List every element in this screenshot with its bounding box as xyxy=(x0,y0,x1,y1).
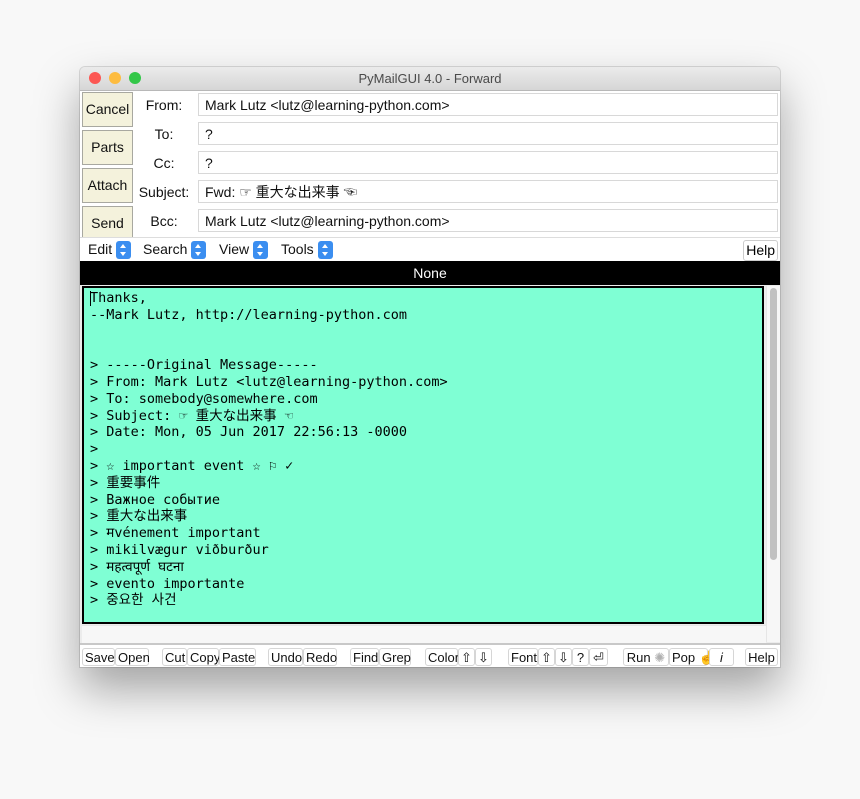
to-field[interactable]: ? xyxy=(198,122,778,145)
body-line: > mikilvægur viðburður xyxy=(90,541,269,558)
cancel-button[interactable]: Cancel xyxy=(82,92,133,127)
chevron-updown-icon xyxy=(116,240,132,259)
grep-button[interactable]: Grep xyxy=(379,648,411,666)
pop-label: Pop xyxy=(672,650,696,665)
cc-label: Cc: xyxy=(153,155,175,171)
run-label: Run xyxy=(626,650,651,665)
menu-view-label: View xyxy=(219,241,250,257)
body-line: > 중요한 사건 xyxy=(90,592,177,609)
window-title: PyMailGUI 4.0 - Forward xyxy=(358,71,502,86)
message-body-lines: Thanks, --Mark Lutz, http://learning-pyth… xyxy=(90,290,762,609)
menu-view[interactable]: View xyxy=(219,240,269,259)
menu-search-label: Search xyxy=(143,241,188,257)
body-line xyxy=(90,340,762,357)
bottom-toolbar: Save Open Cut Copy Paste Undo Redo Find … xyxy=(80,643,780,667)
copy-button[interactable]: Copy xyxy=(187,648,220,666)
send-button[interactable]: Send xyxy=(82,206,133,241)
help-button[interactable]: Help xyxy=(745,648,778,666)
undo-button[interactable]: Undo xyxy=(268,648,303,666)
subject-row: Subject: Fwd: ☞ 重大な出来事 ☜ xyxy=(134,179,778,205)
header-form: Cancel Parts Attach Send From: Mark Lutz… xyxy=(80,91,780,241)
redo-button[interactable]: Redo xyxy=(303,648,337,666)
parts-button[interactable]: Parts xyxy=(82,130,133,165)
color-up-arrow-icon[interactable]: ⇧ xyxy=(458,648,475,666)
chevron-updown-icon xyxy=(253,240,269,259)
attach-button[interactable]: Attach xyxy=(82,168,133,203)
body-line: > 重大な出来事 xyxy=(90,508,188,525)
body-line: > Важное событие xyxy=(90,491,221,508)
chevron-updown-icon xyxy=(191,240,207,259)
font-help-button[interactable]: ? xyxy=(572,648,589,666)
menu-search[interactable]: Search xyxy=(143,240,207,259)
zoom-window-button[interactable] xyxy=(129,72,141,84)
menu-tools[interactable]: Tools xyxy=(281,240,333,259)
to-label: To: xyxy=(154,126,174,142)
body-line: > To: somebody@somewhere.com xyxy=(90,390,318,407)
status-bar: None xyxy=(80,261,780,285)
font-button[interactable]: Font xyxy=(508,648,538,666)
font-down-arrow-icon[interactable]: ⇩ xyxy=(555,648,572,666)
gear-icon: ✺ xyxy=(654,650,666,665)
help-menu-button[interactable]: Help xyxy=(743,240,778,261)
chevron-updown-icon xyxy=(317,240,333,259)
minimize-window-button[interactable] xyxy=(109,72,121,84)
bcc-label: Bcc: xyxy=(150,213,178,229)
open-button[interactable]: Open xyxy=(115,648,150,666)
body-line: > महत्वपूर्ण घटना xyxy=(90,558,184,575)
body-line: > -----Original Message----- xyxy=(90,357,318,374)
run-button[interactable]: Run ✺ xyxy=(623,648,669,666)
body-line: > xyxy=(90,441,99,458)
horizontal-scrollbar[interactable] xyxy=(82,625,766,643)
body-line: > Subject: ☞ 重大な出来事 ☜ xyxy=(90,407,293,424)
cut-button[interactable]: Cut xyxy=(162,648,187,666)
to-row: To: ? xyxy=(134,121,778,147)
find-button[interactable]: Find xyxy=(350,648,379,666)
pop-button[interactable]: Pop ☝ xyxy=(669,648,715,666)
body-line: --Mark Lutz, http://learning-python.com xyxy=(90,306,407,323)
close-window-button[interactable] xyxy=(89,72,101,84)
body-line: > 重要事件 xyxy=(90,474,161,491)
body-line xyxy=(90,324,762,341)
menu-edit[interactable]: Edit xyxy=(88,240,132,259)
scrollbar-thumb[interactable] xyxy=(770,288,777,560)
from-row: From: Mark Lutz <lutz@learning-python.co… xyxy=(134,92,778,118)
menu-edit-label: Edit xyxy=(88,241,113,257)
body-line: > evento importante xyxy=(90,575,245,592)
vertical-scrollbar[interactable] xyxy=(766,286,780,642)
subject-field[interactable]: Fwd: ☞ 重大な出来事 ☜ xyxy=(198,180,778,203)
font-up-arrow-icon[interactable]: ⇧ xyxy=(538,648,555,666)
title-bar: PyMailGUI 4.0 - Forward xyxy=(80,67,780,91)
from-label: From: xyxy=(145,97,183,113)
color-button[interactable]: Color xyxy=(425,648,459,666)
body-line: Thanks, xyxy=(90,290,147,306)
bcc-row: Bcc: Mark Lutz <lutz@learning-python.com… xyxy=(134,208,778,234)
cc-row: Cc: ? xyxy=(134,150,778,176)
info-icon[interactable]: i xyxy=(709,648,734,666)
menu-tools-label: Tools xyxy=(281,241,314,257)
body-line: > ☆ important event ☆ ⚐ ✓ xyxy=(90,457,294,474)
subject-label: Subject: xyxy=(138,184,190,200)
pymailgui-forward-window: PyMailGUI 4.0 - Forward Cancel Parts Att… xyxy=(80,67,780,667)
cc-field[interactable]: ? xyxy=(198,151,778,174)
from-field[interactable]: Mark Lutz <lutz@learning-python.com> xyxy=(198,93,778,116)
body-line: > मvénement important xyxy=(90,525,261,542)
paste-button[interactable]: Paste xyxy=(219,648,256,666)
action-buttons: Cancel Parts Attach Send xyxy=(82,92,133,244)
body-line: > From: Mark Lutz <lutz@learning-python.… xyxy=(90,373,448,390)
menu-bar: Edit Search View Tools Help xyxy=(80,237,780,261)
save-button[interactable]: Save xyxy=(82,648,115,666)
return-icon[interactable]: ⏎ xyxy=(589,648,608,666)
body-line: > Date: Mon, 05 Jun 2017 22:56:13 -0000 xyxy=(90,424,407,441)
color-down-arrow-icon[interactable]: ⇩ xyxy=(475,648,492,666)
message-body-editor[interactable]: Thanks, --Mark Lutz, http://learning-pyth… xyxy=(82,286,764,624)
bcc-field[interactable]: Mark Lutz <lutz@learning-python.com> xyxy=(198,209,778,232)
